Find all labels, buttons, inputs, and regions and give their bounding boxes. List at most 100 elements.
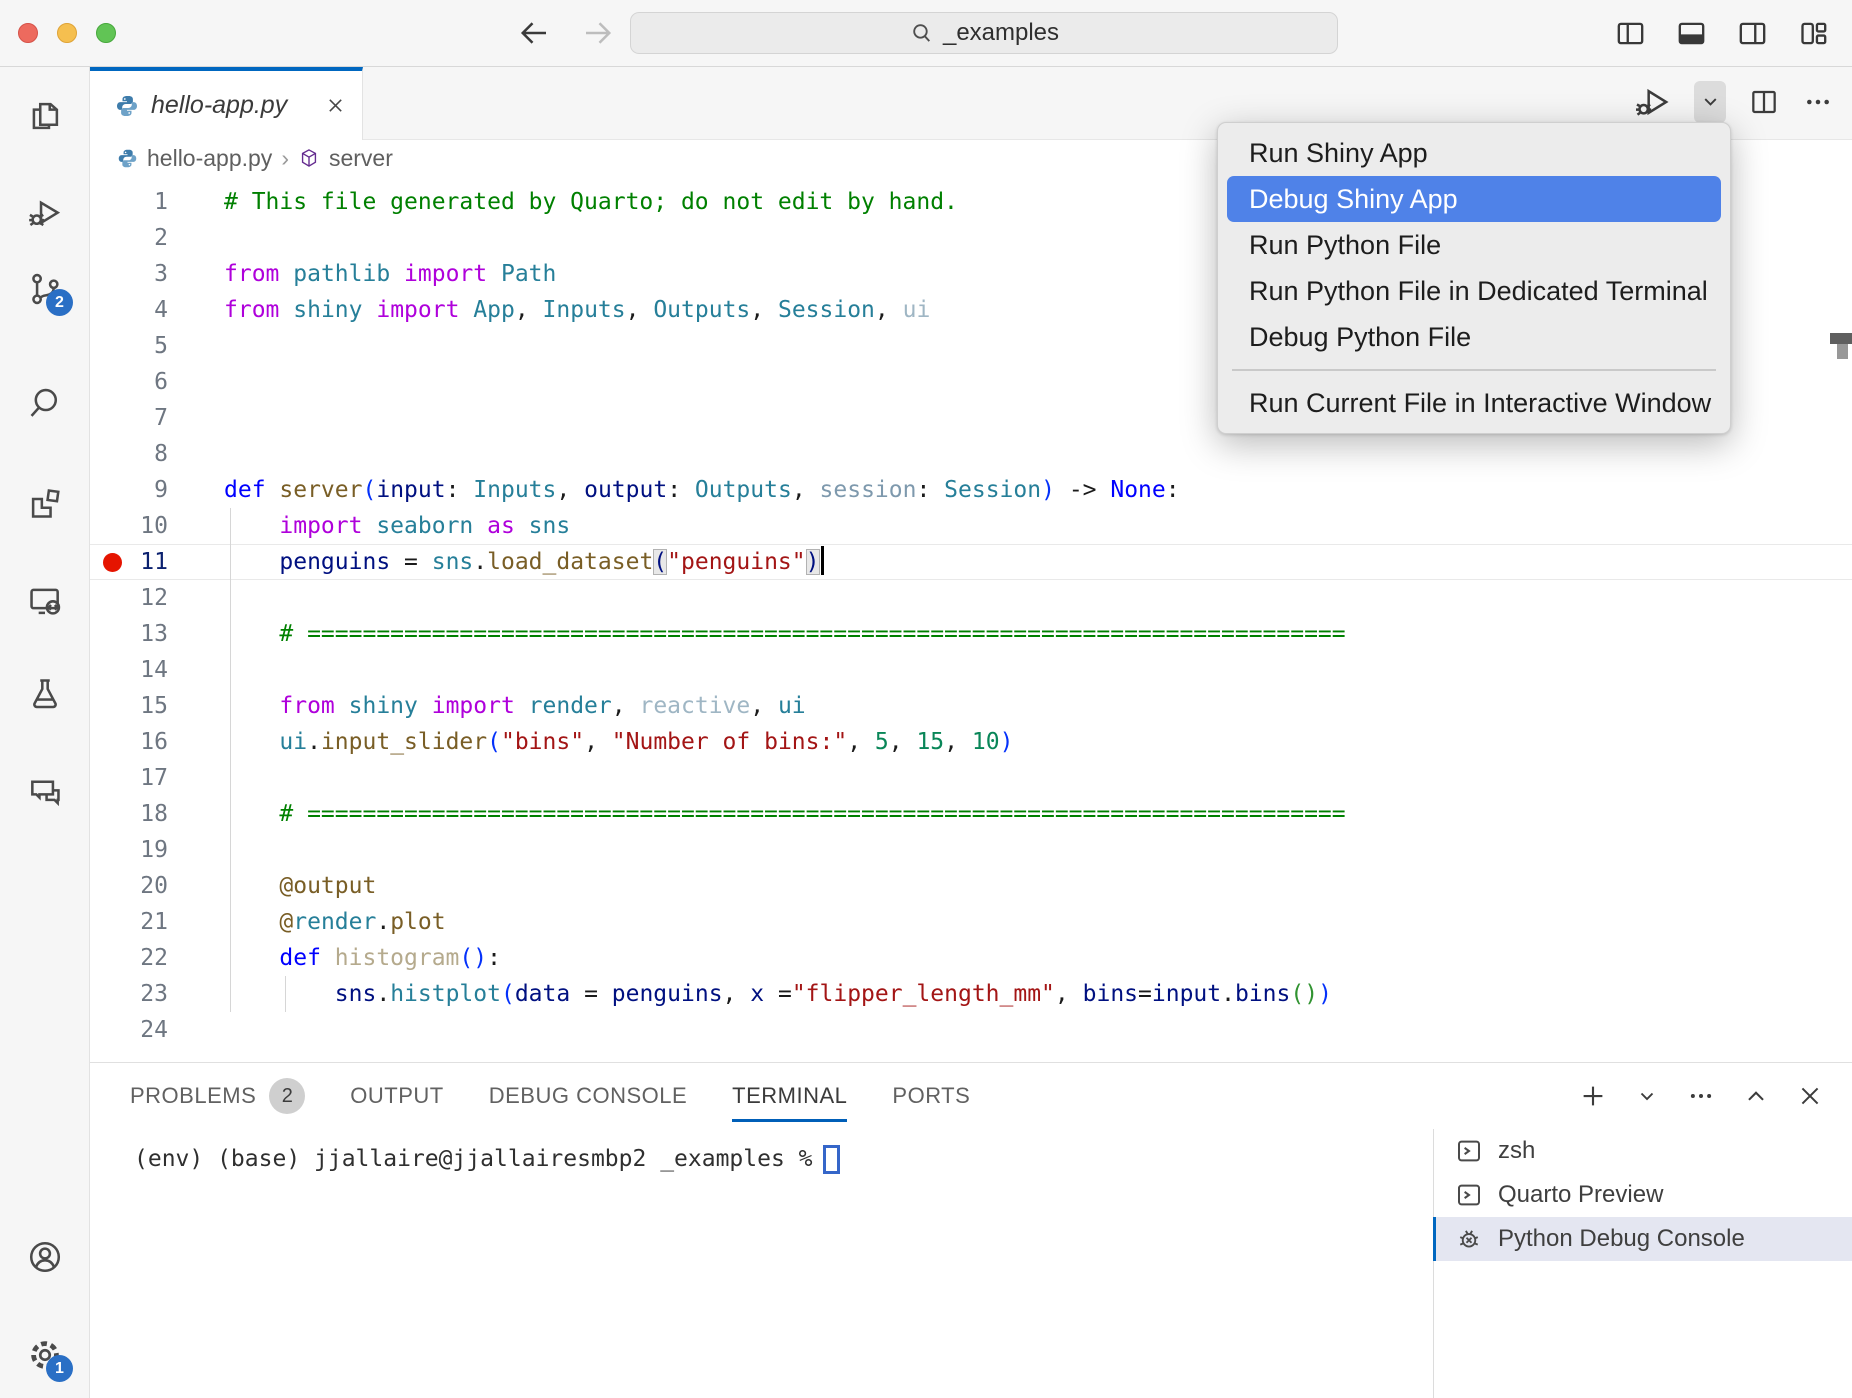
- tab-close-icon[interactable]: [325, 95, 346, 116]
- code-line-23[interactable]: 23 sns.histplot(data = penguins, x ="fli…: [90, 976, 1852, 1012]
- line-number[interactable]: 24: [90, 1012, 168, 1048]
- menu-item-run-python-file[interactable]: Run Python File: [1227, 222, 1721, 268]
- problems-badge: 2: [269, 1078, 305, 1114]
- code-line-20[interactable]: 20 @output: [90, 868, 1852, 904]
- line-number[interactable]: 7: [90, 400, 168, 436]
- line-number[interactable]: 6: [90, 364, 168, 400]
- toggle-secondary-sidebar-icon[interactable]: [1736, 17, 1769, 50]
- breadcrumb-file[interactable]: hello-app.py: [147, 145, 272, 172]
- source-control-icon[interactable]: 2: [26, 270, 64, 308]
- code-line-21[interactable]: 21 @render.plot: [90, 904, 1852, 940]
- terminal-profile-dropdown-icon[interactable]: [1635, 1084, 1659, 1108]
- panel-tab-output[interactable]: OUTPUT: [350, 1063, 443, 1129]
- code-line-16[interactable]: 16 ui.input_slider("bins", "Number of bi…: [90, 724, 1852, 760]
- menu-item-run-python-file-in-dedicated-terminal[interactable]: Run Python File in Dedicated Terminal: [1227, 268, 1721, 314]
- toggle-primary-sidebar-icon[interactable]: [1614, 17, 1647, 50]
- line-number[interactable]: 17: [90, 760, 168, 796]
- code-line-18[interactable]: 18 # ===================================…: [90, 796, 1852, 832]
- line-number[interactable]: 15: [90, 688, 168, 724]
- menu-item-debug-shiny-app[interactable]: Debug Shiny App: [1227, 176, 1721, 222]
- close-panel-icon[interactable]: [1796, 1082, 1824, 1110]
- zoom-window-button[interactable]: [96, 23, 116, 43]
- terminal-list-item-zsh[interactable]: zsh: [1434, 1129, 1852, 1173]
- toggle-panel-icon[interactable]: [1675, 17, 1708, 50]
- terminal-list-item-quarto-preview[interactable]: Quarto Preview: [1434, 1173, 1852, 1217]
- command-center-search[interactable]: _examples: [630, 12, 1338, 54]
- maximize-panel-icon[interactable]: [1743, 1083, 1769, 1109]
- code-text: import seaborn as sns: [224, 508, 570, 544]
- line-number[interactable]: 1: [90, 184, 168, 220]
- code-line-15[interactable]: 15 from shiny import render, reactive, u…: [90, 688, 1852, 724]
- code-line-10[interactable]: 10 import seaborn as sns: [90, 508, 1852, 544]
- comments-icon[interactable]: [26, 773, 64, 811]
- line-number[interactable]: 2: [90, 220, 168, 256]
- scrollbar-marker[interactable]: [1837, 344, 1848, 359]
- code-line-9[interactable]: 9def server(input: Inputs, output: Outpu…: [90, 472, 1852, 508]
- activity-bar: 2 1: [0, 67, 90, 1398]
- menu-item-run-shiny-app[interactable]: Run Shiny App: [1227, 130, 1721, 176]
- panel-tab-debug-console[interactable]: DEBUG CONSOLE: [489, 1063, 687, 1129]
- line-number[interactable]: 20: [90, 868, 168, 904]
- account-icon[interactable]: [26, 1238, 64, 1276]
- code-line-14[interactable]: 14: [90, 652, 1852, 688]
- line-number[interactable]: 12: [90, 580, 168, 616]
- code-line-17[interactable]: 17: [90, 760, 1852, 796]
- breakpoint-dot[interactable]: [103, 553, 122, 572]
- tab-hello-app-py[interactable]: hello-app.py: [90, 67, 363, 140]
- code-line-19[interactable]: 19: [90, 832, 1852, 868]
- line-number[interactable]: 16: [90, 724, 168, 760]
- run-debug-icon[interactable]: [26, 194, 64, 232]
- line-number[interactable]: 13: [90, 616, 168, 652]
- breadcrumb-separator: ›: [281, 145, 289, 172]
- run-options-dropdown-button[interactable]: [1694, 81, 1726, 123]
- menu-item-run-current-file-in-interactive-window[interactable]: Run Current File in Interactive Window: [1227, 380, 1721, 426]
- line-number[interactable]: 14: [90, 652, 168, 688]
- new-terminal-icon[interactable]: [1578, 1081, 1608, 1111]
- line-number[interactable]: 22: [90, 940, 168, 976]
- remote-explorer-icon[interactable]: [26, 582, 64, 620]
- line-number[interactable]: 9: [90, 472, 168, 508]
- code-text: @render.plot: [224, 904, 446, 940]
- code-line-8[interactable]: 8: [90, 436, 1852, 472]
- terminal-list-item-python-debug-console[interactable]: Python Debug Console: [1434, 1217, 1852, 1261]
- panel-more-actions-icon[interactable]: [1686, 1081, 1716, 1111]
- more-actions-icon[interactable]: [1802, 86, 1834, 118]
- search-icon[interactable]: [26, 385, 64, 423]
- terminal-output[interactable]: (env) (base) jjallaire@jjallairesmbp2 _e…: [90, 1129, 1433, 1398]
- split-editor-icon[interactable]: [1748, 86, 1780, 118]
- code-line-24[interactable]: 24: [90, 1012, 1852, 1048]
- line-number[interactable]: 19: [90, 832, 168, 868]
- line-number[interactable]: 18: [90, 796, 168, 832]
- debug-run-button[interactable]: [1632, 82, 1672, 122]
- tab-label: hello-app.py: [151, 91, 287, 120]
- code-text: ui.input_slider("bins", "Number of bins:…: [224, 724, 1013, 760]
- customize-layout-icon[interactable]: [1797, 17, 1830, 50]
- menu-item-debug-python-file[interactable]: Debug Python File: [1227, 314, 1721, 360]
- code-line-11[interactable]: 11 penguins = sns.load_dataset("penguins…: [90, 544, 1852, 580]
- explorer-icon[interactable]: [26, 97, 64, 135]
- line-number[interactable]: 23: [90, 976, 168, 1012]
- forward-arrow-icon[interactable]: [580, 15, 616, 51]
- terminal-cursor: [823, 1145, 840, 1174]
- line-number[interactable]: 11: [90, 544, 168, 580]
- panel-tab-terminal[interactable]: TERMINAL: [732, 1063, 847, 1129]
- breadcrumb-symbol[interactable]: server: [329, 145, 393, 172]
- code-line-22[interactable]: 22 def histogram():: [90, 940, 1852, 976]
- line-number[interactable]: 3: [90, 256, 168, 292]
- line-number[interactable]: 5: [90, 328, 168, 364]
- scrollbar-marker[interactable]: [1830, 333, 1852, 344]
- line-number[interactable]: 21: [90, 904, 168, 940]
- line-number[interactable]: 4: [90, 292, 168, 328]
- line-number[interactable]: 8: [90, 436, 168, 472]
- close-window-button[interactable]: [18, 23, 38, 43]
- panel-tab-problems[interactable]: PROBLEMS2: [130, 1063, 305, 1129]
- extensions-icon[interactable]: [26, 484, 64, 522]
- settings-gear-icon[interactable]: 1: [26, 1336, 64, 1374]
- line-number[interactable]: 10: [90, 508, 168, 544]
- panel-tab-ports[interactable]: PORTS: [892, 1063, 970, 1129]
- code-line-12[interactable]: 12: [90, 580, 1852, 616]
- minimize-window-button[interactable]: [57, 23, 77, 43]
- testing-icon[interactable]: [26, 675, 64, 713]
- back-arrow-icon[interactable]: [516, 15, 552, 51]
- code-line-13[interactable]: 13 # ===================================…: [90, 616, 1852, 652]
